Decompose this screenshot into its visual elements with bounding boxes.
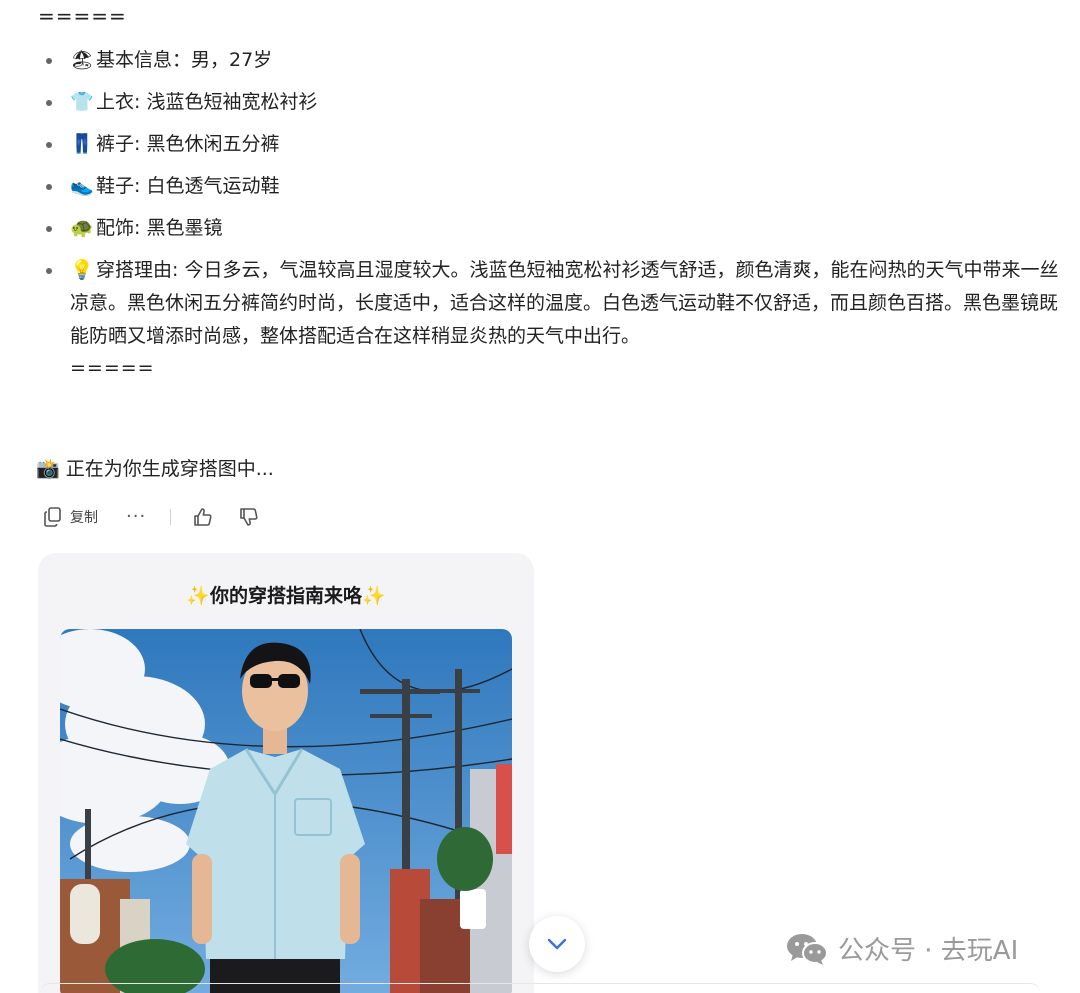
- action-divider: [170, 509, 172, 525]
- turtle-icon: 🐢: [70, 217, 94, 239]
- list-item-text: 鞋子: 白色透气运动鞋: [96, 175, 280, 197]
- outfit-card: ✨你的穿搭指南来咯✨: [38, 553, 534, 993]
- list-item-basic-info: 🏖基本信息：男，27岁: [46, 44, 1066, 77]
- beach-icon: 🏖: [70, 49, 95, 71]
- bullet-dot: [46, 58, 52, 64]
- outfit-list: 🏖基本信息：男，27岁 👕 上衣: 浅蓝色短袖宽松衬衫 👖 裤子: 黑色休闲五分裤 …: [46, 44, 1066, 383]
- thumbs-up-icon: [194, 508, 212, 526]
- like-button[interactable]: [193, 507, 213, 527]
- input-bar-edge: [40, 983, 1040, 993]
- copy-button[interactable]: 复制: [44, 507, 98, 527]
- separator-top: =====: [38, 4, 127, 28]
- dislike-button[interactable]: [239, 507, 259, 527]
- status-text: 正在为你生成穿搭图中...: [65, 458, 274, 480]
- bullet-dot: [46, 268, 52, 274]
- message-actions: 复制 ···: [44, 503, 259, 531]
- bullet-dot: [46, 100, 52, 106]
- chevron-down-icon: [547, 938, 567, 950]
- list-item-text: 配饰: 黑色墨镜: [96, 217, 223, 239]
- more-button[interactable]: ···: [126, 506, 147, 527]
- list-item-reason: 💡 穿搭理由: 今日多云，气温较高且湿度较大。浅蓝色短袖宽松衬衫透气舒适，颜色清爽…: [46, 254, 1066, 383]
- card-title-text: 你的穿搭指南来咯: [209, 585, 362, 607]
- sparkle-icon: ✨: [186, 585, 210, 607]
- bullet-dot: [46, 226, 52, 232]
- list-item-top: 👕 上衣: 浅蓝色短袖宽松衬衫: [46, 86, 1066, 119]
- list-item-text: 基本信息：男，27岁: [96, 49, 273, 71]
- copy-icon: [44, 507, 61, 527]
- generation-status: 📸 正在为你生成穿搭图中...: [36, 454, 274, 481]
- bullet-dot: [46, 184, 52, 190]
- list-item-text: 上衣: 浅蓝色短袖宽松衬衫: [96, 91, 318, 113]
- shoe-icon: 👟: [70, 175, 94, 197]
- watermark-text: 公众号 · 去玩AI: [838, 936, 1019, 966]
- shirt-icon: 👕: [70, 91, 94, 113]
- camera-icon: 📸: [36, 458, 60, 480]
- outfit-image[interactable]: [60, 629, 512, 993]
- list-item-text: 穿搭理由: 今日多云，气温较高且湿度较大。浅蓝色短袖宽松衬衫透气舒适，颜色清爽，…: [70, 259, 1059, 347]
- bullet-dot: [46, 142, 52, 148]
- chat-page: ===== 🏖基本信息：男，27岁 👕 上衣: 浅蓝色短袖宽松衬衫 👖 裤子: 黑色…: [0, 0, 1080, 993]
- sparkle-icon: ✨: [362, 585, 386, 607]
- list-item-accessory: 🐢 配饰: 黑色墨镜: [46, 212, 1066, 245]
- thumbs-down-icon: [240, 508, 258, 526]
- watermark: 公众号 · 去玩AI: [786, 930, 1018, 967]
- copy-label: 复制: [70, 510, 98, 526]
- wechat-icon: [787, 933, 828, 965]
- separator-bottom: =====: [70, 357, 155, 379]
- scroll-down-button[interactable]: [529, 916, 585, 972]
- more-icon: ···: [126, 506, 147, 527]
- jeans-icon: 👖: [70, 133, 94, 155]
- list-item-pants: 👖 裤子: 黑色休闲五分裤: [46, 128, 1066, 161]
- card-title: ✨你的穿搭指南来咯✨: [38, 581, 534, 608]
- lightbulb-icon: 💡: [70, 259, 94, 281]
- list-item-shoes: 👟 鞋子: 白色透气运动鞋: [46, 170, 1066, 203]
- list-item-text: 裤子: 黑色休闲五分裤: [96, 133, 280, 155]
